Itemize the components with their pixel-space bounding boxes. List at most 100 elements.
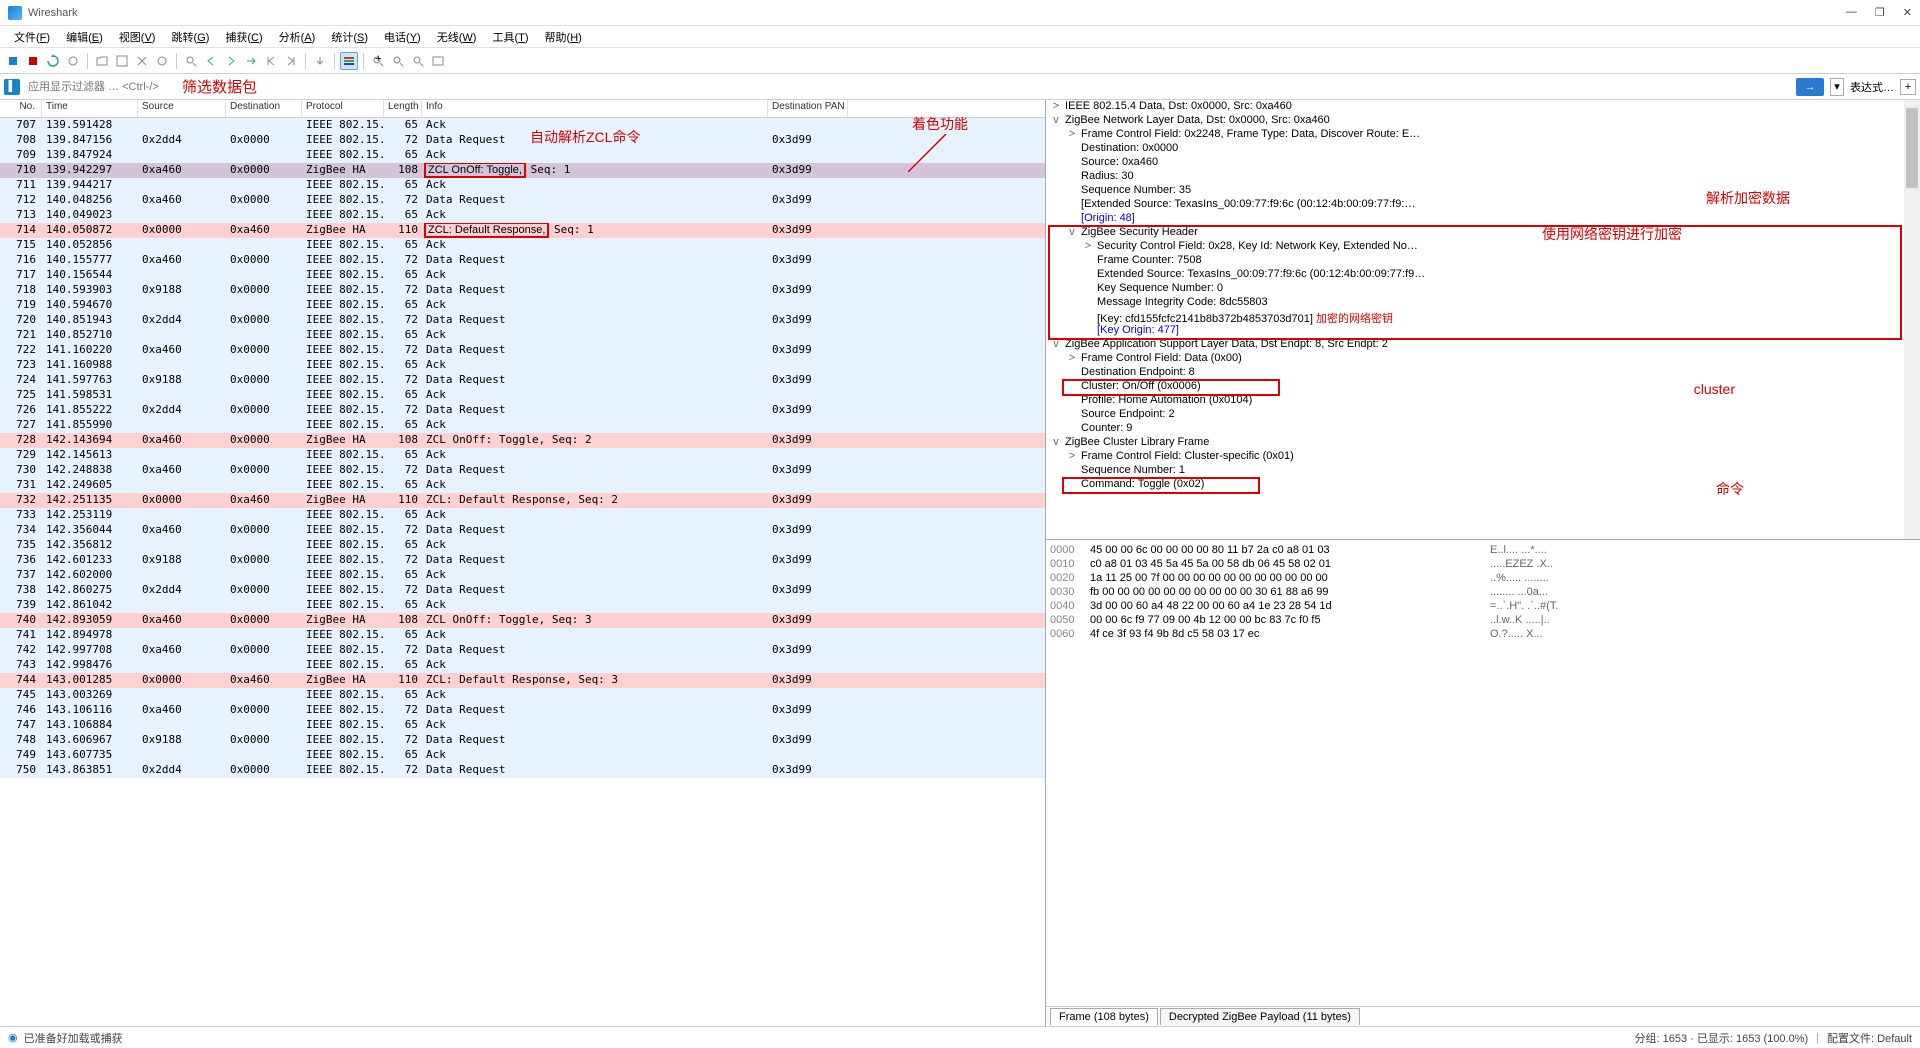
menu-工具(T)[interactable]: 工具(T) [484, 27, 536, 47]
tree-node[interactable]: > Frame Control Field: Cluster-specific … [1046, 450, 1920, 464]
close-button[interactable]: ✕ [1903, 6, 1912, 19]
tree-node[interactable]: Cluster: On/Off (0x0006) [1046, 380, 1920, 394]
tree-node[interactable]: Command: Toggle (0x02) [1046, 478, 1920, 492]
goto-button[interactable] [242, 52, 260, 70]
packet-row[interactable]: 731142.249605IEEE 802.15.465Ack [0, 478, 1045, 493]
menu-文件(F)[interactable]: 文件(F) [6, 27, 58, 47]
packet-row[interactable]: 736142.6012330x91880x0000IEEE 802.15.472… [0, 553, 1045, 568]
tree-node[interactable]: > Frame Control Field: Data (0x00) [1046, 352, 1920, 366]
tree-node[interactable]: Frame Counter: 7508 [1046, 254, 1920, 268]
display-filter-input[interactable] [24, 77, 174, 97]
packet-row[interactable]: 741142.894978IEEE 802.15.465Ack [0, 628, 1045, 643]
colorize-button[interactable] [340, 52, 358, 70]
status-profile[interactable]: 配置文件: Default [1827, 1030, 1912, 1046]
packet-row[interactable]: 738142.8602750x2dd40x0000IEEE 802.15.472… [0, 583, 1045, 598]
packet-row[interactable]: 726141.8552220x2dd40x0000IEEE 802.15.472… [0, 403, 1045, 418]
filter-history-dropdown[interactable]: ▾ [1830, 78, 1844, 96]
bookmark-icon[interactable]: ▌ [4, 79, 20, 95]
tree-node[interactable]: [Extended Source: TexasIns_00:09:77:f9:6… [1046, 198, 1920, 212]
menu-统计(S)[interactable]: 统计(S) [323, 27, 376, 47]
packet-bytes-hex[interactable]: 000045 00 00 6c 00 00 00 00 80 11 b7 2a … [1046, 540, 1920, 1006]
packet-row[interactable]: 717140.156544IEEE 802.15.465Ack [0, 268, 1045, 283]
packet-row[interactable]: 742142.9977080xa4600x0000IEEE 802.15.472… [0, 643, 1045, 658]
auto-scroll-button[interactable] [311, 52, 329, 70]
packet-row[interactable]: 716140.1557770xa4600x0000IEEE 802.15.472… [0, 253, 1045, 268]
packet-list-body[interactable]: 707139.591428IEEE 802.15.465Ack708139.84… [0, 118, 1045, 1026]
zoom-reset-button[interactable] [409, 52, 427, 70]
tree-node[interactable]: Source Endpoint: 2 [1046, 408, 1920, 422]
tree-node[interactable]: > Security Control Field: 0x28, Key Id: … [1046, 240, 1920, 254]
tree-node[interactable]: Profile: Home Automation (0x0104) [1046, 394, 1920, 408]
packet-row[interactable]: 720140.8519430x2dd40x0000IEEE 802.15.472… [0, 313, 1045, 328]
tree-scrollbar[interactable] [1904, 100, 1920, 539]
hex-row[interactable]: 000045 00 00 6c 00 00 00 00 80 11 b7 2a … [1050, 544, 1916, 558]
zoom-out-button[interactable] [389, 52, 407, 70]
tree-node[interactable]: Radius: 30 [1046, 170, 1920, 184]
packet-row[interactable]: 707139.591428IEEE 802.15.465Ack [0, 118, 1045, 133]
packet-row[interactable]: 734142.3560440xa4600x0000IEEE 802.15.472… [0, 523, 1045, 538]
packet-row[interactable]: 732142.2511350x00000xa460ZigBee HA110ZCL… [0, 493, 1045, 508]
menu-跳转(G)[interactable]: 跳转(G) [163, 27, 217, 47]
column-header[interactable]: Destination [226, 100, 302, 117]
packet-row[interactable]: 718140.5939030x91880x0000IEEE 802.15.472… [0, 283, 1045, 298]
packet-row[interactable]: 743142.998476IEEE 802.15.465Ack [0, 658, 1045, 673]
packet-row[interactable]: 735142.356812IEEE 802.15.465Ack [0, 538, 1045, 553]
hex-row[interactable]: 00604f ce 3f 93 f4 9b 8d c5 58 03 17 ecO… [1050, 628, 1916, 642]
tree-node[interactable]: Message Integrity Code: 8dc55803 [1046, 296, 1920, 310]
tree-node[interactable]: v ZigBee Security Header [1046, 226, 1920, 240]
capture-options-button[interactable] [64, 52, 82, 70]
packet-row[interactable]: 749143.607735IEEE 802.15.465Ack [0, 748, 1045, 763]
tree-node[interactable]: Destination Endpoint: 8 [1046, 366, 1920, 380]
packet-row[interactable]: 748143.6069670x91880x0000IEEE 802.15.472… [0, 733, 1045, 748]
menu-捕获(C)[interactable]: 捕获(C) [217, 27, 270, 47]
tree-node[interactable]: v ZigBee Network Layer Data, Dst: 0x0000… [1046, 114, 1920, 128]
packet-row[interactable]: 730142.2488380xa4600x0000IEEE 802.15.472… [0, 463, 1045, 478]
expression-button[interactable]: 表达式… [1850, 79, 1894, 95]
go-forward-button[interactable] [222, 52, 240, 70]
tree-node[interactable]: v ZigBee Cluster Library Frame [1046, 436, 1920, 450]
menu-编辑(E)[interactable]: 编辑(E) [58, 27, 111, 47]
tab-frame[interactable]: Frame (108 bytes) [1050, 1008, 1158, 1025]
column-header[interactable]: Length [384, 100, 422, 117]
packet-row[interactable]: 739142.861042IEEE 802.15.465Ack [0, 598, 1045, 613]
menu-无线(W)[interactable]: 无线(W) [429, 27, 485, 47]
packet-row[interactable]: 713140.049023IEEE 802.15.465Ack [0, 208, 1045, 223]
packet-row[interactable]: 744143.0012850x00000xa460ZigBee HA110ZCL… [0, 673, 1045, 688]
packet-row[interactable]: 740142.8930590xa4600x0000ZigBee HA108ZCL… [0, 613, 1045, 628]
menu-视图(V)[interactable]: 视图(V) [111, 27, 164, 47]
tree-node[interactable]: [Key: cfd155fcfc2141b8b372b4853703d701] … [1046, 310, 1920, 324]
hex-row[interactable]: 00201a 11 25 00 7f 00 00 00 00 00 00 00 … [1050, 572, 1916, 586]
hex-row[interactable]: 0010c0 a8 01 03 45 5a 45 5a 00 58 db 06 … [1050, 558, 1916, 572]
minimize-button[interactable]: — [1846, 6, 1857, 19]
packet-row[interactable]: 750143.8638510x2dd40x0000IEEE 802.15.472… [0, 763, 1045, 778]
column-header[interactable]: Source [138, 100, 226, 117]
apply-filter-button[interactable]: → [1796, 78, 1824, 96]
packet-row[interactable]: 727141.855990IEEE 802.15.465Ack [0, 418, 1045, 433]
tree-node[interactable]: Source: 0xa460 [1046, 156, 1920, 170]
menu-帮助(H)[interactable]: 帮助(H) [537, 27, 590, 47]
reload-button[interactable] [153, 52, 171, 70]
packet-row[interactable]: 711139.944217IEEE 802.15.465Ack [0, 178, 1045, 193]
tree-node[interactable]: Sequence Number: 1 [1046, 464, 1920, 478]
packet-row[interactable]: 721140.852710IEEE 802.15.465Ack [0, 328, 1045, 343]
column-header[interactable]: Info [422, 100, 768, 117]
column-header[interactable]: Destination PAN [768, 100, 848, 117]
go-back-button[interactable] [202, 52, 220, 70]
packet-row[interactable]: 746143.1061160xa4600x0000IEEE 802.15.472… [0, 703, 1045, 718]
stop-capture-button[interactable] [24, 52, 42, 70]
goto-last-button[interactable] [282, 52, 300, 70]
packet-row[interactable]: 729142.145613IEEE 802.15.465Ack [0, 448, 1045, 463]
menu-电话(Y)[interactable]: 电话(Y) [376, 27, 429, 47]
packet-row[interactable]: 722141.1602200xa4600x0000IEEE 802.15.472… [0, 343, 1045, 358]
hex-row[interactable]: 005000 00 6c f9 77 09 00 4b 12 00 00 bc … [1050, 614, 1916, 628]
packet-row[interactable]: 733142.253119IEEE 802.15.465Ack [0, 508, 1045, 523]
column-header[interactable]: Time [42, 100, 138, 117]
packet-row[interactable]: 745143.003269IEEE 802.15.465Ack [0, 688, 1045, 703]
tree-node[interactable]: > Frame Control Field: 0x2248, Frame Typ… [1046, 128, 1920, 142]
packet-row[interactable]: 737142.602000IEEE 802.15.465Ack [0, 568, 1045, 583]
packet-row[interactable]: 725141.598531IEEE 802.15.465Ack [0, 388, 1045, 403]
hex-row[interactable]: 00403d 00 00 60 a4 48 22 00 00 60 a4 1e … [1050, 600, 1916, 614]
tree-node[interactable]: Sequence Number: 35 [1046, 184, 1920, 198]
save-button[interactable] [113, 52, 131, 70]
packet-row[interactable]: 709139.847924IEEE 802.15.465Ack [0, 148, 1045, 163]
